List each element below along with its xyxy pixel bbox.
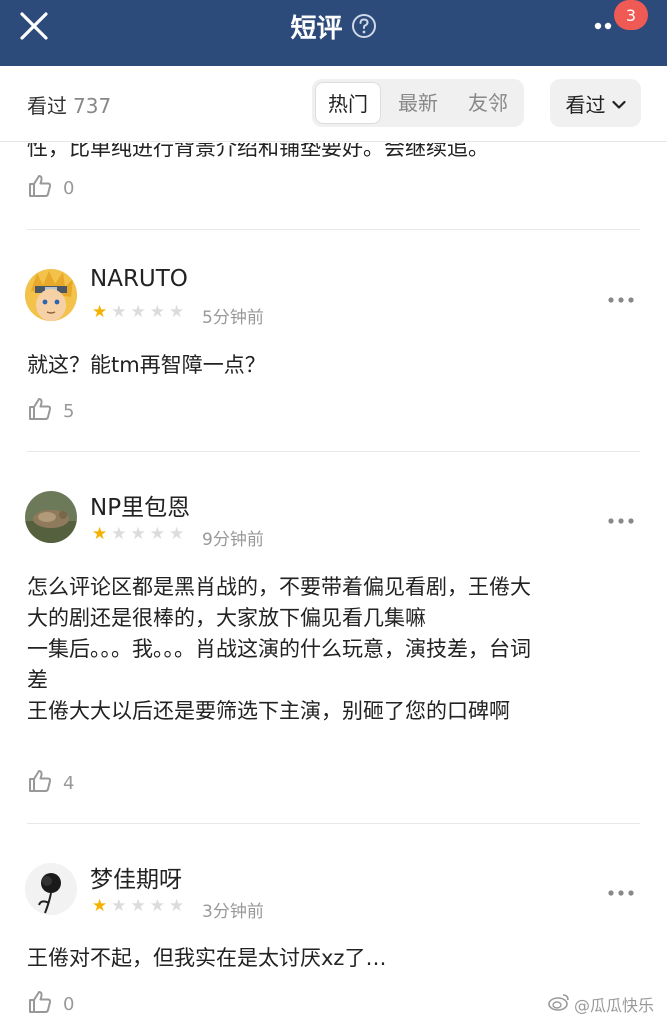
thumbs-up-icon	[27, 989, 53, 1020]
thumbs-up-icon	[27, 396, 53, 427]
username[interactable]: 梦佳期呀	[90, 860, 182, 894]
comment-line: 就这？能tm再智障一点？	[27, 353, 266, 377]
star-icon: ★	[92, 524, 108, 544]
tab-hot[interactable]: 热门	[315, 82, 381, 124]
avatar[interactable]	[25, 269, 77, 321]
sort-segmented-control: 热门 最新 友邻	[312, 79, 524, 127]
like-button[interactable]: 0	[27, 173, 74, 204]
divider	[27, 229, 640, 230]
timestamp: 5分钟前	[202, 308, 264, 328]
page-title: 短评	[290, 13, 343, 44]
like-count: 0	[63, 994, 75, 1015]
username[interactable]: NP里包恩	[90, 488, 190, 522]
dropdown-label: 看过	[565, 92, 606, 117]
star-icon: ★	[111, 302, 127, 322]
like-button[interactable]: 5	[27, 396, 74, 427]
chevron-down-icon	[611, 91, 626, 115]
help-icon[interactable]	[351, 13, 377, 39]
timestamp: 9分钟前	[202, 530, 264, 550]
star-icon: ★	[130, 302, 146, 322]
star-icon: ★	[149, 524, 165, 544]
comment-line: 王倦对不起，但我实在是太讨厌xz了…	[27, 946, 387, 970]
like-count: 0	[63, 178, 75, 199]
star-icon: ★	[130, 524, 146, 544]
partial-comment-clip: 性，比单纯进行背景介绍和铺垫要好。会继续追。	[0, 143, 667, 163]
watched-count: 看过 737	[27, 90, 111, 119]
thumbs-up-icon	[27, 768, 53, 799]
star-icon: ★	[169, 302, 185, 322]
comment-text: 王倦对不起，但我实在是太讨厌xz了…	[27, 943, 642, 974]
star-icon: ★	[169, 896, 185, 916]
more-options-icon[interactable]	[607, 511, 635, 524]
watched-number: 737	[73, 94, 112, 118]
username[interactable]: NARUTO	[90, 266, 188, 292]
comment-line: 大的剧还是很棒的，大家放下偏见看几集嘛	[27, 606, 426, 630]
more-options-icon[interactable]	[607, 290, 635, 303]
weibo-icon	[548, 993, 570, 1015]
star-icon: ★	[92, 302, 108, 322]
star-icon: ★	[130, 896, 146, 916]
comment-line: 差	[27, 668, 48, 692]
rating-stars: ★ ★ ★ ★ ★	[92, 898, 184, 915]
watched-label: 看过	[27, 94, 67, 118]
star-icon: ★	[149, 896, 165, 916]
star-icon: ★	[111, 896, 127, 916]
watched-dropdown[interactable]: 看过	[550, 79, 641, 127]
partial-comment-text: 性，比单纯进行背景介绍和铺垫要好。会继续追。	[27, 143, 489, 160]
thumbs-up-icon	[27, 173, 53, 204]
comment-line: 王倦大大以后还是要筛选下主演，别砸了您的口碑啊	[27, 699, 510, 723]
comment-line: 怎么评论区都是黑肖战的，不要带着偏见看剧，王倦大	[27, 575, 531, 599]
timestamp: 3分钟前	[202, 902, 264, 922]
tab-friends[interactable]: 友邻	[455, 82, 521, 124]
top-nav-bar: 短评 3	[0, 0, 667, 66]
tab-latest[interactable]: 最新	[385, 82, 451, 124]
star-icon: ★	[111, 524, 127, 544]
rating-stars: ★ ★ ★ ★ ★	[92, 304, 184, 321]
comment-text: 怎么评论区都是黑肖战的，不要带着偏见看剧，王倦大 大的剧还是很棒的，大家放下偏见…	[27, 572, 642, 727]
star-icon: ★	[92, 896, 108, 916]
like-button[interactable]: 4	[27, 768, 74, 799]
star-icon: ★	[149, 302, 165, 322]
like-button[interactable]: 0	[27, 989, 74, 1020]
like-count: 5	[63, 401, 75, 422]
avatar[interactable]	[25, 863, 77, 915]
filter-bar: 看过 737 热门 最新 友邻 看过	[0, 66, 667, 142]
star-icon: ★	[169, 524, 185, 544]
like-count: 4	[63, 773, 75, 794]
notification-badge: 3	[614, 0, 648, 30]
watermark: @瓜瓜快乐	[548, 992, 654, 1016]
watermark-text: @瓜瓜快乐	[574, 996, 655, 1015]
rating-stars: ★ ★ ★ ★ ★	[92, 526, 184, 543]
more-options-icon[interactable]	[607, 883, 635, 896]
divider	[27, 451, 640, 452]
divider	[27, 823, 640, 824]
comment-line: 一集后。。。我。。。肖战这演的什么玩意，演技差，台词	[27, 637, 531, 661]
avatar[interactable]	[25, 491, 77, 543]
comment-text: 就这？能tm再智障一点？	[27, 350, 642, 381]
